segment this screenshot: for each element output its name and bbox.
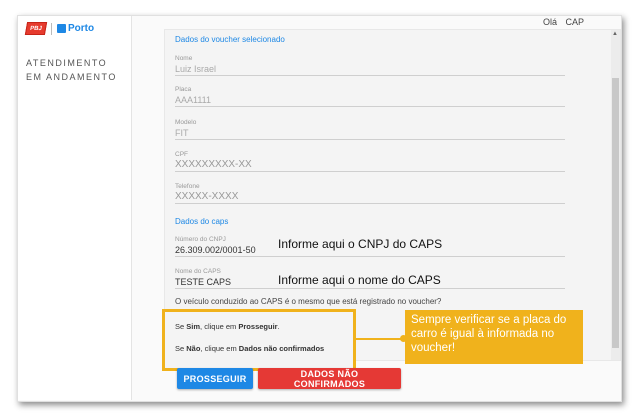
- field-label: Placa: [175, 86, 192, 93]
- text-strong: Prosseguir: [238, 322, 278, 331]
- field-cpf[interactable]: CPF XXXXXXXXX-XX: [175, 151, 565, 172]
- scroll-up-icon[interactable]: ▲: [612, 31, 618, 37]
- greeting-text: Olá: [543, 17, 558, 27]
- text-segment: , clique em: [200, 344, 239, 353]
- porto-logo: Porto: [57, 23, 94, 34]
- field-value: XXXXXXXXX-XX: [175, 159, 252, 170]
- logo-divider: [51, 22, 52, 35]
- text-segment: , clique em: [200, 322, 239, 331]
- pbj-logo-icon: PBJ: [24, 22, 48, 35]
- callout-connector: [353, 338, 403, 340]
- status-text: ATENDIMENTO EM ANDAMENTO: [26, 58, 117, 82]
- data-not-confirmed-button[interactable]: DADOS NÃO CONFIRMADOS: [258, 368, 401, 389]
- scrollbar-thumb[interactable]: [612, 78, 619, 348]
- field-placa[interactable]: Placa AAA1111: [175, 86, 565, 107]
- instruction-yes: Se Sim, clique em Prosseguir.: [175, 322, 280, 331]
- field-modelo[interactable]: Modelo FIT: [175, 119, 565, 140]
- field-label: Modelo: [175, 119, 197, 126]
- field-label: Nome: [175, 55, 193, 62]
- text-segment: Se: [175, 322, 187, 331]
- brand-logo[interactable]: PBJ Porto: [24, 22, 94, 35]
- field-value: FIT: [175, 128, 189, 138]
- field-nome[interactable]: Nome Luiz Israel: [175, 55, 565, 76]
- instruction-no: Se Não, clique em Dados não confirmados: [175, 344, 324, 353]
- text-strong: Não: [186, 344, 201, 353]
- field-value: Luiz Israel: [175, 64, 217, 74]
- proceed-button[interactable]: PROSSEGUIR: [177, 368, 253, 389]
- porto-logo-icon: [57, 24, 66, 33]
- user-greeting: Olá CAP: [543, 17, 584, 27]
- field-value: AAA1111: [175, 95, 212, 105]
- caps-section-title: Dados do caps: [175, 217, 229, 226]
- text-strong: Sim: [186, 322, 201, 331]
- field-telefone[interactable]: Telefone XXXXX-XXXX: [175, 183, 565, 204]
- text-segment: .: [277, 322, 280, 331]
- user-menu[interactable]: CAP: [566, 17, 585, 27]
- text-strong: Dados não confirmados: [238, 344, 325, 353]
- hint-cnpj: Informe aqui o CNPJ do CAPS: [278, 237, 443, 251]
- instruction-callout: Se Sim, clique em Prosseguir. Se Não, cl…: [162, 309, 356, 371]
- porto-logo-text: Porto: [68, 23, 95, 34]
- field-label: CPF: [175, 151, 188, 158]
- field-label: Telefone: [175, 183, 200, 190]
- scrollbar[interactable]: ▲: [611, 30, 620, 360]
- plate-check-note: Sempre verificar se a placa do carro é i…: [405, 310, 583, 364]
- voucher-section-title: Dados do voucher selecionado: [175, 35, 285, 44]
- confirmation-question: O veículo conduzido ao CAPS é o mesmo qu…: [175, 297, 442, 306]
- sidebar: PBJ Porto ATENDIMENTO EM ANDAMENTO: [18, 16, 132, 400]
- hint-nome: Informe aqui o nome do CAPS: [278, 273, 441, 287]
- text-segment: Se: [175, 344, 187, 353]
- field-value: XXXXX-XXXX: [175, 191, 239, 202]
